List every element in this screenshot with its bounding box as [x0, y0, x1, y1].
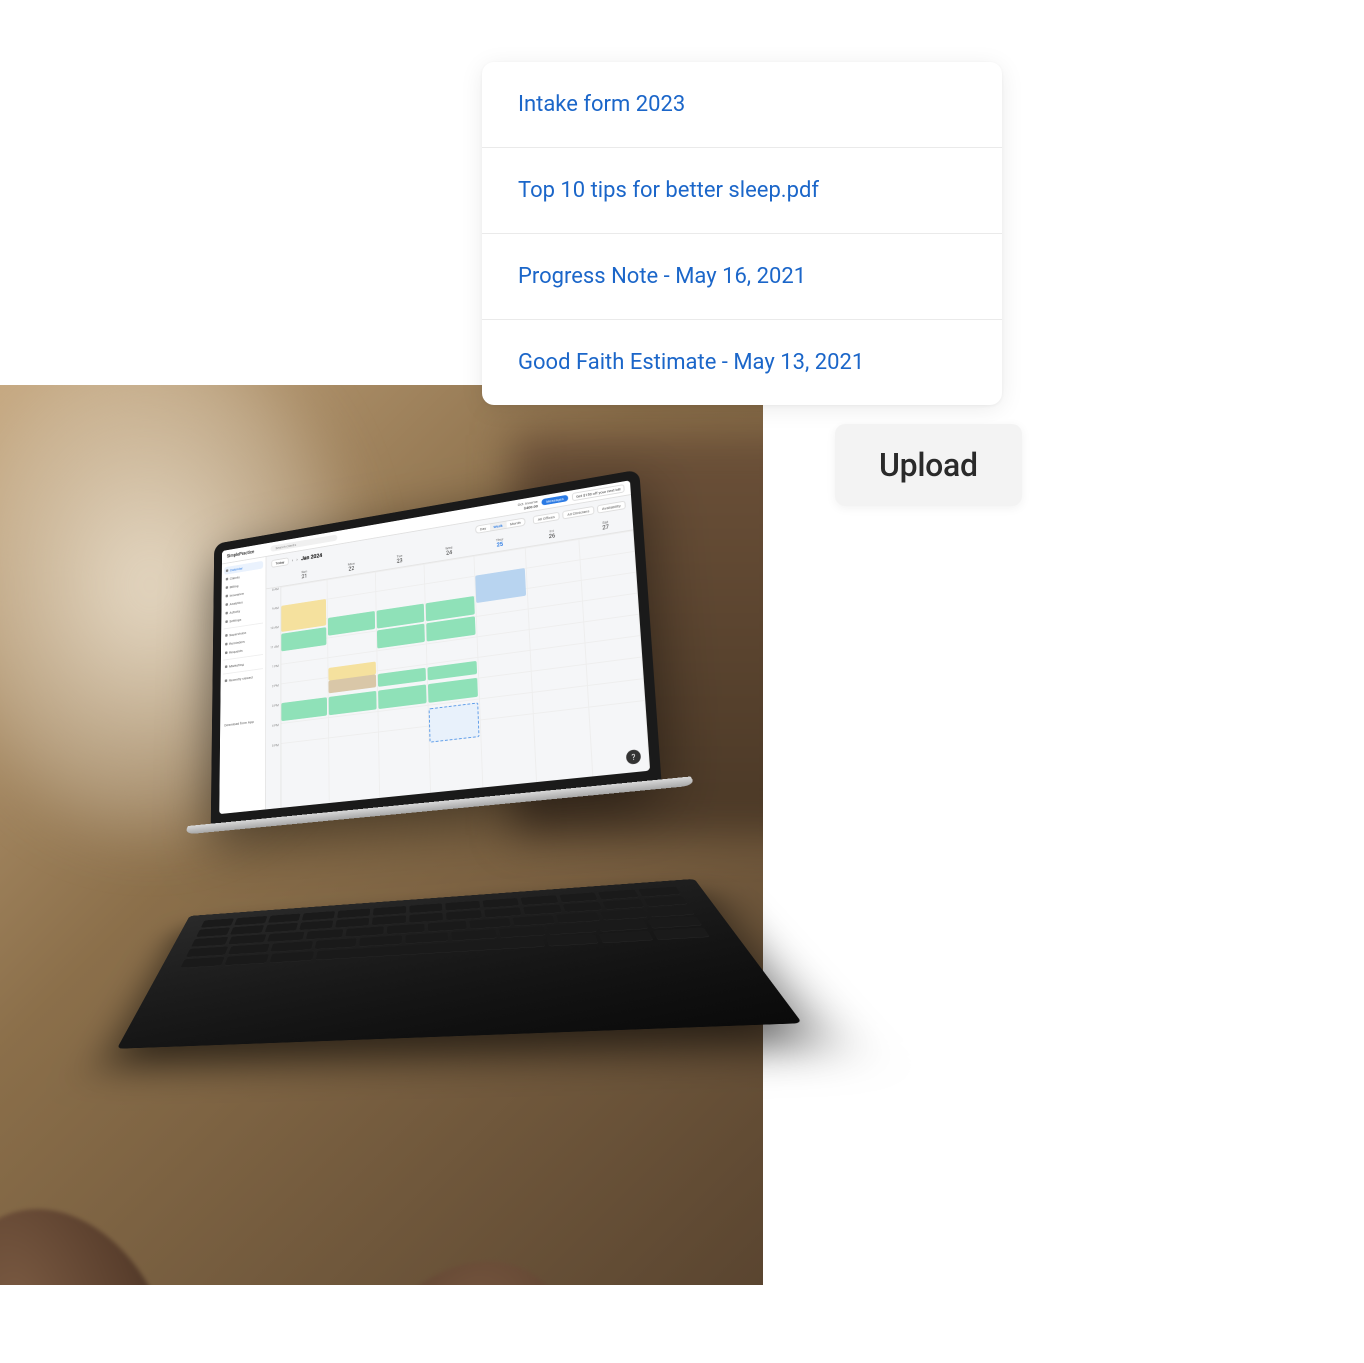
tab-week[interactable]: Week [490, 522, 507, 531]
col-mon[interactable] [328, 572, 380, 803]
reminders-icon [225, 643, 227, 646]
document-link[interactable]: Progress Note - May 16, 2021 [482, 234, 1002, 320]
activity-icon [225, 612, 227, 615]
billing-icon [226, 586, 228, 589]
month-title: Jan 2024 [301, 553, 322, 563]
calendar-event[interactable] [281, 697, 327, 721]
document-link[interactable]: Good Faith Estimate - May 13, 2021 [482, 320, 1002, 405]
calendar-event[interactable] [377, 668, 425, 687]
calendar-icon [226, 569, 228, 572]
messages-button[interactable]: Messages [541, 495, 568, 506]
sidebar-label: Supervision [229, 630, 246, 637]
col-wed[interactable] [424, 556, 483, 793]
income-display: Oct. income $400.00 [517, 499, 538, 511]
time-label: 11 AM [266, 644, 280, 665]
recent-icon [225, 679, 227, 682]
sidebar-label: Calendar [230, 566, 243, 572]
time-label: 3 PM [266, 703, 280, 725]
time-label: 5 PM [266, 743, 281, 765]
prev-arrow-icon[interactable]: ‹ [292, 558, 293, 563]
hand-left [0, 1176, 215, 1285]
calendar-event[interactable] [378, 684, 427, 709]
filter-clinicians[interactable]: All Clinicians [562, 506, 594, 520]
time-label: 10 AM [266, 625, 280, 646]
sidebar-label: Clients [230, 575, 240, 581]
time-label: 9 AM [266, 606, 280, 627]
document-list-card: Intake form 2023 Top 10 tips for better … [482, 62, 1002, 405]
time-label: 8 AM [266, 587, 280, 608]
analytics-icon [226, 603, 228, 606]
calendar-event[interactable] [428, 678, 478, 703]
time-label: 4 PM [266, 723, 280, 745]
sidebar-label: Billing [230, 584, 239, 590]
laptop-keyboard [117, 879, 802, 1049]
upload-button[interactable]: Upload [835, 424, 1022, 506]
tab-day[interactable]: Day [476, 524, 490, 533]
next-arrow-icon[interactable]: › [296, 557, 297, 562]
sidebar-label: Activity [229, 609, 240, 615]
requests-icon [225, 651, 227, 654]
laptop-mockup: SimplePractice Search clients Oct. incom… [207, 455, 775, 1095]
spacer [223, 681, 263, 722]
document-link[interactable]: Top 10 tips for better sleep.pdf [482, 148, 1002, 234]
settings-icon [225, 620, 227, 623]
col-tue[interactable] [375, 564, 430, 798]
calendar-event[interactable] [428, 702, 479, 742]
filter-availability[interactable]: Availability [597, 501, 626, 514]
clients-icon [226, 578, 228, 581]
sidebar-label: Insurance [230, 591, 244, 598]
sidebar-label: Requests [229, 648, 243, 654]
calendar-event[interactable] [427, 661, 477, 681]
col-sun[interactable] [281, 579, 330, 807]
calendar-event[interactable] [328, 611, 375, 636]
supervision-icon [225, 634, 227, 637]
sidebar-label: Marketing [229, 662, 244, 668]
app-logo: SimplePractice [227, 549, 254, 559]
time-gutter: 8 AM 9 AM 10 AM 11 AM 1 PM 2 PM 3 PM 4 P… [266, 587, 282, 810]
keys [156, 879, 742, 977]
sidebar-label: Reminders [229, 639, 245, 646]
time-label: 2 PM [266, 683, 280, 705]
time-label: 1 PM [266, 664, 280, 686]
calendar-event[interactable] [475, 568, 526, 603]
marketing-icon [225, 665, 227, 668]
sidebar: Calendar Clients Billing Insurance Analy… [219, 557, 266, 814]
sidebar-label: Settings [229, 617, 241, 623]
sidebar-label: Analytics [230, 600, 243, 606]
insurance-icon [226, 595, 228, 598]
document-link[interactable]: Intake form 2023 [482, 62, 1002, 148]
download-label: Download from App [224, 719, 253, 727]
hand-right [297, 1223, 623, 1285]
filter-offices[interactable]: All Offices [533, 512, 560, 525]
today-button[interactable]: Today [271, 557, 288, 568]
tab-month[interactable]: Month [506, 519, 525, 528]
calendar-event[interactable] [329, 691, 376, 715]
